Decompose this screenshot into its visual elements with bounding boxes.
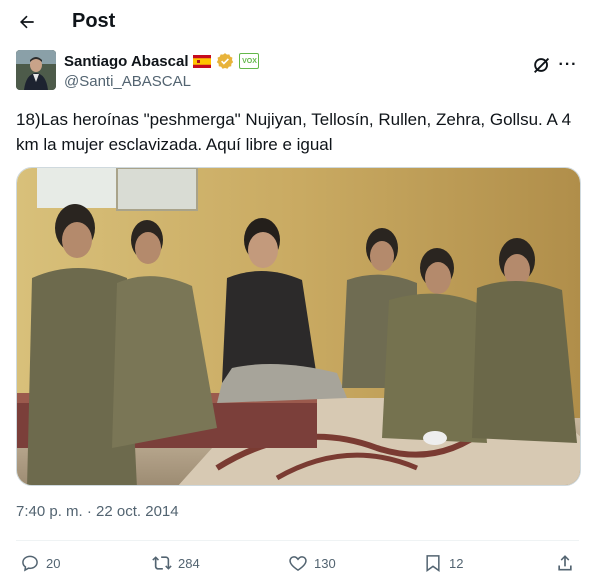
bookmark-icon — [426, 555, 440, 572]
author-block: Santiago Abascal VOX @Santi_ABASCAL ··· — [16, 50, 579, 92]
back-button[interactable] — [14, 9, 40, 35]
bookmark-count: 12 — [449, 555, 464, 571]
heart-icon — [289, 556, 307, 571]
arrow-left-icon — [20, 15, 34, 29]
like-count: 130 — [314, 555, 336, 571]
more-options-button[interactable]: ··· — [557, 54, 579, 76]
repost-button[interactable]: 284 — [152, 553, 200, 573]
photo-image — [17, 168, 580, 485]
grok-icon — [534, 57, 550, 73]
like-button[interactable]: 130 — [288, 553, 336, 573]
repost-icon — [152, 556, 172, 570]
party-badge-icon[interactable]: VOX — [239, 53, 260, 69]
page-title: Post — [72, 10, 116, 32]
action-bar: 20 284 130 12 — [0, 550, 595, 580]
tweet-photo[interactable] — [16, 167, 581, 486]
more-dots-icon: ··· — [558, 56, 578, 73]
author-handle[interactable]: @Santi_ABASCAL — [64, 73, 191, 90]
reply-button[interactable]: 20 — [20, 553, 60, 573]
repost-count: 284 — [178, 555, 200, 571]
spain-flag-icon — [193, 54, 212, 68]
top-bar: Post — [0, 0, 595, 44]
avatar-image — [16, 50, 56, 90]
tweet-timestamp[interactable]: 7:40 p. m. · 22 oct. 2014 — [16, 503, 179, 520]
tweet-text: 18)Las heroínas "peshmerga" Nujiyan, Tel… — [16, 110, 572, 154]
bookmark-button[interactable]: 12 — [423, 553, 463, 573]
name-row: Santiago Abascal VOX — [64, 52, 260, 70]
share-icon — [558, 555, 572, 571]
share-button[interactable] — [555, 553, 575, 573]
grok-button[interactable] — [531, 54, 553, 76]
divider — [16, 540, 579, 541]
reply-count: 20 — [46, 555, 61, 571]
reply-icon — [22, 555, 38, 572]
verified-badge-icon[interactable] — [216, 52, 234, 70]
avatar[interactable] — [16, 50, 56, 90]
author-name[interactable]: Santiago Abascal — [64, 53, 188, 70]
